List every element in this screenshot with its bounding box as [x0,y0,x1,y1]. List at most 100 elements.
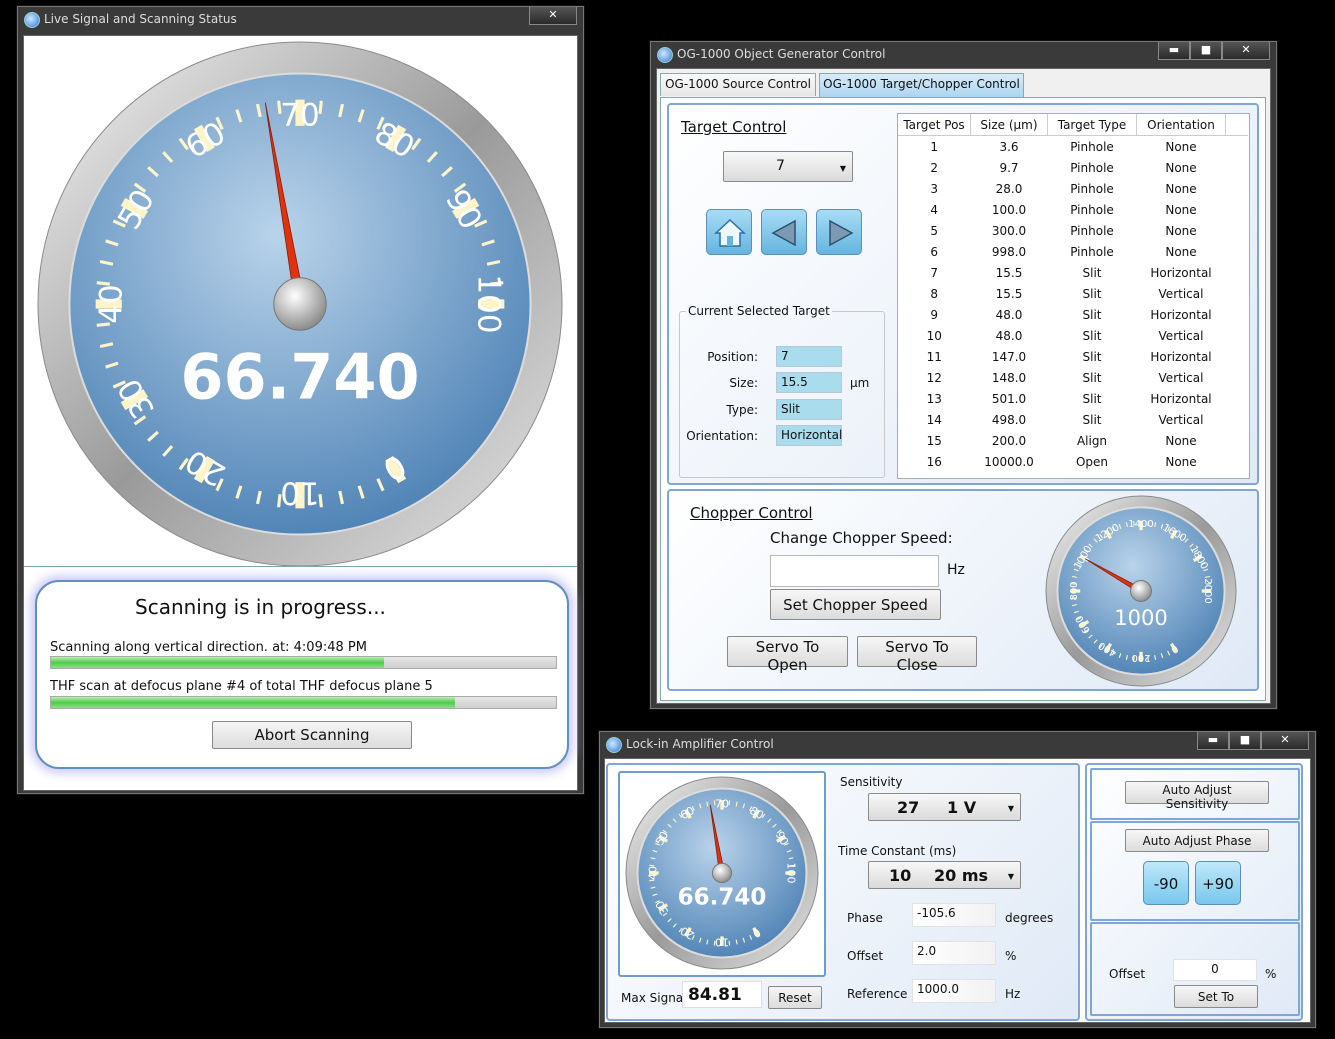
row-filler [1226,388,1249,409]
minor-tick [96,281,110,286]
live-signal-titlebar[interactable]: Live Signal and Scanning Status ✕ [18,7,583,33]
live-signal-window: Live Signal and Scanning Status ✕ 0 10 20 3… [17,6,584,794]
phase-label: Phase [847,911,883,925]
table-cell: Vertical [1158,328,1204,343]
table-cell: 501.0 [991,391,1027,406]
table-cell: 147.0 [991,349,1027,364]
lockin-titlebar[interactable]: Lock-in Amplifier Control ▬ ■ ✕ [600,732,1315,758]
max-signal-label: Max Signal [621,991,687,1005]
table-row[interactable]: 6 998.0 Pinhole None [898,241,1248,262]
gauge-tick-label: 70 [280,97,319,133]
table-cell: Horizontal [1150,265,1212,280]
tab-target-chopper-control[interactable]: OG-1000 Target/Chopper Control [819,73,1024,98]
table-row[interactable]: 9 48.0 Slit Horizontal [898,304,1248,325]
table-row[interactable]: 14 498.0 Slit Vertical [898,409,1248,430]
abort-scanning-button[interactable]: Abort Scanning [212,721,412,749]
reset-max-signal-button[interactable]: Reset [768,986,822,1009]
progress-fill [51,657,385,668]
og1000-client: OG-1000 Source Control OG-1000 Target/Ch… [656,68,1271,704]
servo-to-close-button[interactable]: Servo To Close [857,636,977,674]
table-cell: 15.5 [995,286,1023,301]
og1000-titlebar[interactable]: OG-1000 Object Generator Control ▬ ■ ✕ [651,42,1276,68]
minor-tick [728,800,731,806]
orientation-label: Orientation: [686,429,758,443]
phase-plus-90-button[interactable]: +90 [1195,861,1241,905]
table-row[interactable]: 8 15.5 Slit Vertical [898,283,1248,304]
table-cell: 8 [930,286,939,301]
auto-adjust-phase-button[interactable]: Auto Adjust Phase [1125,829,1269,852]
tab-source-control[interactable]: OG-1000 Source Control [660,73,816,96]
table-row[interactable]: 4 100.0 Pinhole None [898,199,1248,220]
gauge-tick-label: 100 [785,863,798,884]
reference-unit: Hz [1005,987,1021,1001]
table-row[interactable]: 7 15.5 Slit Horizontal [898,262,1248,283]
table-row[interactable]: 2 9.7 Pinhole None [898,157,1248,178]
row-filler [1226,430,1249,451]
table-cell: 200.0 [991,433,1027,448]
previous-target-button[interactable] [761,209,807,255]
chopper-speed-gauge: 020040060080010001200 1400 160018002000100… [1045,495,1237,687]
close-button[interactable]: ✕ [1261,732,1309,750]
gauge-tick-label: 1400 [1128,519,1153,530]
table-row[interactable]: 1 3.6 Pinhole None [898,136,1248,158]
table-cell: Slit [1082,370,1102,385]
close-button[interactable]: ✕ [1222,42,1270,60]
sensitivity-value: 1 V [947,798,977,817]
home-icon [714,218,746,247]
table-row[interactable]: 10 48.0 Slit Vertical [898,325,1248,346]
progress-fill [51,697,455,708]
table-row[interactable]: 13 501.0 Slit Horizontal [898,388,1248,409]
home-button[interactable] [706,209,752,255]
table-cell: 13 [926,391,942,406]
phase-minus-90-button[interactable]: -90 [1143,861,1189,905]
table-row[interactable]: 15 200.0 Align None [898,430,1248,451]
column-header[interactable]: Orientation [1136,114,1226,136]
thf-scan-progress [50,696,557,709]
table-row[interactable]: 12 148.0 Slit Vertical [898,367,1248,388]
table-cell: 10000.0 [984,454,1034,469]
sensitivity-label: Sensitivity [840,775,903,789]
maximize-button[interactable]: ■ [1229,732,1261,750]
phase-field[interactable]: -105.6 [912,903,996,927]
chopper-speed-input[interactable] [770,555,939,587]
close-button[interactable]: ✕ [529,7,577,25]
set-chopper-speed-button[interactable]: Set Chopper Speed [770,589,941,620]
gauge-tick-label: 800 [1069,581,1080,600]
servo-to-open-button[interactable]: Servo To Open [727,636,848,674]
set-to-button[interactable]: Set To [1174,985,1258,1008]
sensitivity-select[interactable]: 27 1 V ▼ [868,793,1021,821]
change-speed-label: Change Chopper Speed: [770,529,953,547]
table-row[interactable]: 16 10000.0 Open None [898,451,1248,472]
column-header[interactable]: Target Type [1047,114,1137,136]
maximize-button[interactable]: ■ [1190,42,1222,60]
offset-field[interactable]: 2.0 [912,941,996,965]
gauge-tick-label: 200 [1131,652,1150,663]
row-filler [1226,178,1249,199]
time-constant-select[interactable]: 10 20 ms ▼ [868,861,1021,889]
header-filler [1225,114,1248,136]
next-target-button[interactable] [816,209,862,255]
table-cell: Horizontal [1150,349,1212,364]
table-cell: 48.0 [995,307,1023,322]
table-row[interactable]: 3 28.0 Pinhole None [898,178,1248,199]
reference-label: Reference [847,987,908,1001]
size-field: 15.5 [776,372,842,393]
table-row[interactable]: 11 147.0 Slit Horizontal [898,346,1248,367]
column-header[interactable]: Size (µm) [970,114,1048,136]
row-filler [1226,304,1249,325]
time-constant-label: Time Constant (ms) [838,844,957,858]
table-cell: 14 [926,412,942,427]
right-offset-field[interactable]: 0 [1173,959,1257,981]
target-position-select[interactable]: 7 ▼ [723,151,853,182]
reference-field[interactable]: 1000.0 [912,979,996,1003]
gauge-value-text: 66.740 [180,340,419,413]
minimize-button[interactable]: ▬ [1197,732,1229,750]
right-offset-label: Offset [1109,967,1146,981]
minimize-button[interactable]: ▬ [1158,42,1190,60]
type-label: Type: [726,403,758,417]
window-title: Live Signal and Scanning Status [44,12,237,26]
auto-adjust-sensitivity-button[interactable]: Auto Adjust Sensitivity [1125,781,1269,811]
column-header[interactable]: Target Pos [898,114,971,136]
row-filler [1226,136,1249,158]
table-row[interactable]: 5 300.0 Pinhole None [898,220,1248,241]
